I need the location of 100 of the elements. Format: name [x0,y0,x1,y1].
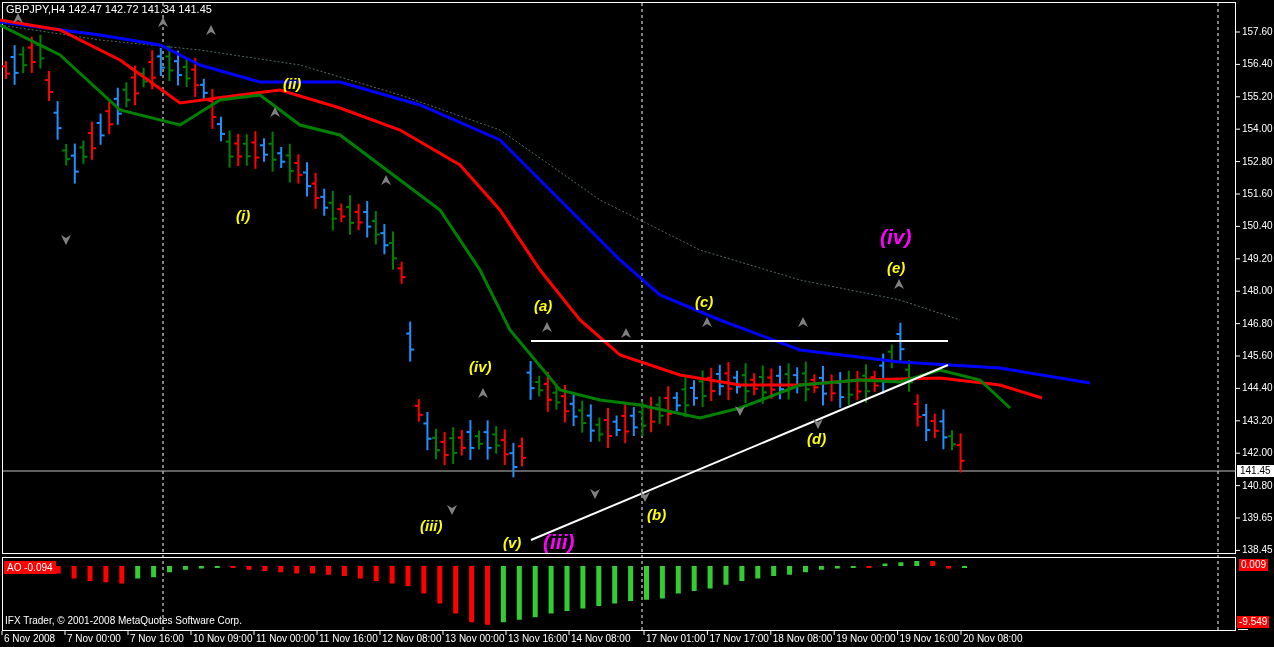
histogram-bar [580,566,586,609]
histogram-bar [294,566,300,574]
price-label: 149.20 [1242,252,1273,265]
time-label: 11 Nov 00:00 [256,633,315,645]
wave-label: (e) [887,259,906,277]
histogram-bar [739,566,745,581]
histogram-bar [500,566,506,623]
wave-label: (a) [534,297,553,315]
time-label: 17 Nov 17:00 [709,633,769,645]
histogram-bar [326,566,331,575]
histogram-bar [135,566,141,579]
histogram-bar [516,566,522,620]
histogram-bar [437,566,443,604]
histogram-bar [119,566,125,584]
price-label: 151.60 [1242,188,1273,200]
time-label: 6 Nov 2008 [4,633,56,645]
up-arrow-icon [270,107,280,117]
histogram-bar [659,566,665,599]
down-arrow-icon [813,419,823,429]
up-arrow-icon [798,317,808,327]
histogram-bar [787,566,793,575]
wave-label: (v) [503,534,522,552]
down-arrow-icon [735,406,745,416]
histogram-bar [771,566,777,576]
histogram-bar [389,566,395,584]
price-label: 144.40 [1242,382,1273,395]
price-label: 155.20 [1242,90,1273,103]
time-label: 17 Nov 01:00 [646,633,706,645]
histogram-bar [341,566,347,576]
histogram-bar [532,566,538,618]
price-label: 145.60 [1242,350,1273,362]
time-label: 13 Nov 00:00 [445,633,505,645]
down-arrow-icon [61,235,71,245]
price-label: 142.00 [1242,447,1273,460]
price-label: 138.45 [1242,544,1273,557]
wave-label: (iv) [880,225,912,249]
histogram-bar [723,566,729,585]
histogram-bar [564,566,570,611]
wave-label: (b) [647,506,667,524]
chart-title: GBPJPY,H4 142.47 142.72 141.34 141.45 [6,3,212,16]
histogram-bar [357,566,363,579]
time-label: 7 Nov 00:00 [67,633,121,645]
histogram-bar [818,566,824,570]
histogram-bar [87,566,93,581]
price-label: 143.20 [1242,414,1273,427]
down-arrow-icon [640,492,650,502]
histogram-bar [310,566,316,574]
up-arrow-icon [702,317,712,327]
wave-label: (iii) [420,517,443,535]
time-label: 14 Nov 08:00 [571,633,631,645]
histogram-bar [469,566,475,623]
histogram-bar [103,566,109,583]
price-label: 140.80 [1242,479,1273,492]
histogram-bar [882,563,888,566]
histogram-bar [612,566,618,604]
price-label: 146.80 [1242,317,1273,330]
histogram-bar [675,566,681,594]
histogram-bar [55,566,61,574]
price-label: 148.00 [1242,285,1273,298]
indicator-min-label: -9.549 [1237,616,1270,628]
time-label: 11 Nov 16:00 [319,633,378,645]
time-label: 13 Nov 16:00 [508,633,568,645]
time-label: 18 Nov 08:00 [772,633,833,645]
histogram-bar [167,566,172,573]
histogram-bar [246,566,252,570]
histogram-bar [803,566,808,573]
histogram-bar [262,566,268,571]
histogram-bar [930,561,936,566]
time-label: 7 Nov 16:00 [130,633,184,645]
down-arrow-icon [590,489,600,499]
price-label: 150.40 [1242,220,1273,233]
down-arrow-icon [447,505,457,515]
histogram-bar [453,566,459,614]
copyright-text: IFX Trader, © 2001-2008 MetaQuotes Software Corp. [5,615,242,627]
up-arrow-icon [542,322,552,332]
histogram-bar [278,566,284,573]
time-label: 19 Nov 00:00 [836,633,896,645]
time-label: 10 Nov 09:00 [193,633,253,645]
up-arrow-icon [158,17,168,27]
histogram-bar [898,562,904,566]
time-label: 20 Nov 08:00 [963,633,1023,645]
price-label: 139.65 [1242,512,1273,524]
histogram-bar [946,566,952,569]
price-label: 157.60 [1242,26,1273,38]
up-arrow-icon [206,25,216,35]
histogram-bar [421,566,427,594]
up-arrow-icon [381,175,391,185]
histogram-bar [644,566,649,600]
indicator-label: AO -0.094 [4,561,56,574]
wave-label: (iii) [543,530,575,554]
wave-label: (i) [236,207,251,225]
histogram-bar [596,566,602,606]
histogram-bar [691,566,697,591]
histogram-bar [198,566,204,569]
time-label: 19 Nov 16:00 [899,633,960,645]
histogram-bar [71,566,77,579]
current-price-label: 141.45 [1237,465,1274,477]
histogram-bar [182,566,188,570]
histogram-bar [914,561,920,566]
wave-label: (c) [695,293,714,311]
